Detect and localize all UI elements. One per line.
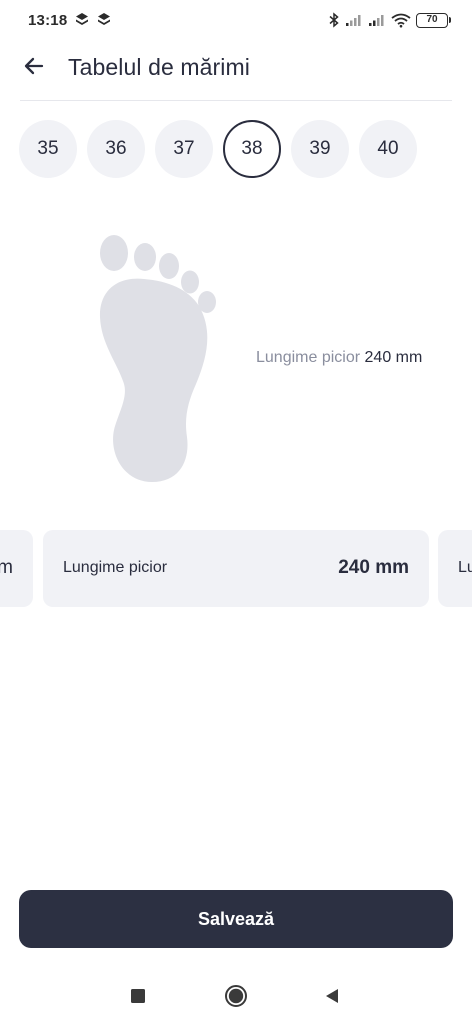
measurement-card[interactable]: Lungime picior 240 mm [43, 530, 429, 607]
arrow-left-icon [22, 54, 46, 83]
foot-icon [96, 232, 222, 484]
size-chip[interactable]: 37 [155, 120, 213, 178]
measurement-card-next[interactable]: Lu [438, 530, 472, 607]
size-chart-screen: 13:18 70 Tabelul de mărimi 35 36 37 38 3… [0, 0, 472, 1024]
size-chip-selected[interactable]: 38 [223, 120, 281, 178]
size-selector: 35 36 37 38 39 40 [19, 120, 417, 178]
app-notification-icon [96, 12, 112, 28]
signal-icon [345, 13, 363, 27]
measurement-caption: Lungime picior 240 mm [256, 349, 422, 367]
size-chip[interactable]: 35 [19, 120, 77, 178]
size-chip[interactable]: 40 [359, 120, 417, 178]
size-chip[interactable]: 36 [87, 120, 145, 178]
battery-icon: 70 [416, 12, 451, 28]
save-button[interactable]: Salvează [19, 890, 453, 948]
square-icon [130, 988, 146, 1009]
measurement-caption-value: 240 mm [364, 349, 423, 366]
measurement-card-value: m [0, 557, 13, 578]
app-header: Tabelul de mărimi [0, 40, 472, 100]
system-nav-bar [0, 972, 472, 1024]
back-button[interactable] [18, 52, 50, 84]
triangle-back-icon [323, 987, 341, 1010]
status-icons: 70 [328, 11, 451, 29]
measurement-card-label: Lu [458, 559, 472, 576]
wifi-icon [391, 13, 411, 28]
app-notification-icon [74, 12, 90, 28]
status-time: 13:18 [28, 12, 68, 29]
size-chip[interactable]: 39 [291, 120, 349, 178]
bluetooth-icon [328, 12, 340, 28]
home-button[interactable] [222, 984, 250, 1012]
status-bar: 13:18 70 [0, 0, 472, 40]
page-title: Tabelul de mărimi [68, 54, 250, 80]
recents-button[interactable] [124, 984, 152, 1012]
measurement-card-value: 240 mm [338, 557, 409, 578]
measurement-card-prev[interactable]: m [0, 530, 33, 607]
signal-icon [368, 13, 386, 27]
circle-icon [224, 984, 248, 1013]
system-back-button[interactable] [318, 984, 346, 1012]
header-divider [20, 100, 452, 101]
measurement-caption-label: Lungime picior [256, 349, 361, 366]
measurement-card-label: Lungime picior [63, 559, 168, 576]
